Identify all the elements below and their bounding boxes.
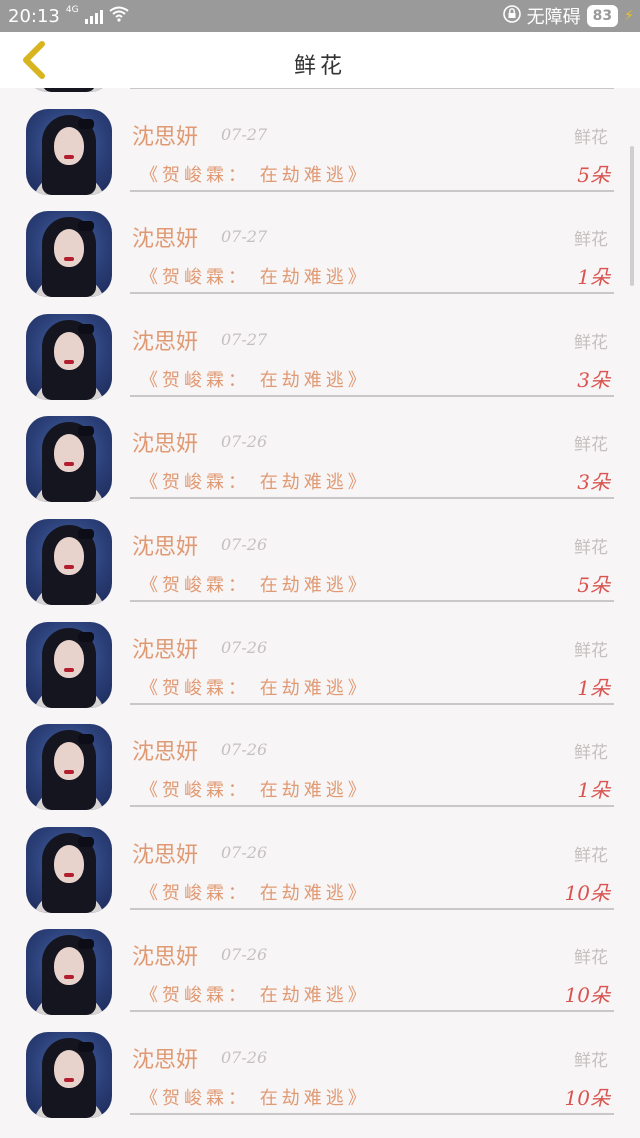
list-item[interactable]: 沈思妍 07-26 鲜花 《贺峻霖： 在劫难逃》 3朵 bbox=[0, 396, 640, 503]
gift-type: 鲜花 bbox=[574, 127, 608, 148]
page-title: 鲜花 bbox=[293, 54, 346, 79]
gift-date: 07-26 bbox=[221, 842, 268, 862]
flower-count: 10朵 bbox=[564, 880, 610, 905]
sender-name: 沈思妍 bbox=[132, 534, 199, 560]
wifi-icon bbox=[108, 6, 129, 27]
book-title[interactable]: 《贺峻霖： 在劫难逃》 bbox=[140, 776, 370, 802]
gift-date: 07-26 bbox=[221, 1047, 268, 1067]
flower-count: 3朵 bbox=[577, 367, 610, 392]
status-time: 20:13 bbox=[8, 5, 60, 27]
avatar[interactable] bbox=[26, 929, 112, 1016]
sender-name: 沈思妍 bbox=[132, 329, 199, 355]
flower-count: 5朵 bbox=[577, 162, 610, 187]
flower-count: 1朵 bbox=[577, 778, 610, 803]
sender-name: 沈思妍 bbox=[132, 945, 199, 971]
gift-type: 鲜花 bbox=[574, 435, 608, 456]
list-item[interactable]: 沈思妍 07-27 鲜花 《贺峻霖： 在劫难逃》 1朵 bbox=[0, 191, 640, 298]
gift-date: 07-26 bbox=[221, 432, 268, 452]
sender-name: 沈思妍 bbox=[132, 740, 199, 766]
sender-name: 沈思妍 bbox=[132, 842, 199, 868]
list-item[interactable]: 沈思妍 07-27 鲜花 《贺峻霖： 在劫难逃》 3朵 bbox=[0, 294, 640, 400]
flower-count: 1朵 bbox=[577, 675, 610, 700]
signal-icon bbox=[84, 8, 103, 24]
sender-name: 沈思妍 bbox=[132, 227, 199, 253]
gift-type: 鲜花 bbox=[574, 743, 608, 764]
divider bbox=[130, 1112, 614, 1115]
avatar[interactable] bbox=[26, 416, 112, 503]
flower-list: 沈思妍 《贺峻霖： 在劫难逃》 1朵 沈思妍 07-27 鲜花 《贺峻霖： 在劫… bbox=[0, 6, 640, 1118]
scrollbar[interactable] bbox=[630, 146, 634, 286]
gift-type: 鲜花 bbox=[574, 332, 608, 353]
sender-name: 沈思妍 bbox=[132, 1047, 199, 1073]
book-title[interactable]: 《贺峻霖： 在劫难逃》 bbox=[140, 674, 370, 700]
list-item[interactable]: 沈思妍 07-26 鲜花 《贺峻霖： 在劫难逃》 10朵 bbox=[0, 807, 640, 913]
avatar[interactable] bbox=[26, 724, 112, 811]
flower-count: 1朵 bbox=[577, 265, 610, 290]
gift-date: 07-27 bbox=[221, 124, 268, 144]
list-item[interactable]: 沈思妍 07-26 鲜花 《贺峻霖： 在劫难逃》 5朵 bbox=[0, 499, 640, 605]
list-item[interactable]: 沈思妍 07-26 鲜花 《贺峻霖： 在劫难逃》 1朵 bbox=[0, 602, 640, 708]
status-left: 20:13 4G bbox=[0, 4, 129, 27]
gift-type: 鲜花 bbox=[574, 1050, 608, 1071]
gift-date: 07-26 bbox=[221, 637, 268, 657]
gift-type: 鲜花 bbox=[574, 845, 608, 866]
book-title[interactable]: 《贺峻霖： 在劫难逃》 bbox=[140, 879, 370, 905]
list-item[interactable]: 沈思妍 07-26 鲜花 《贺峻霖： 在劫难逃》 1朵 bbox=[0, 704, 640, 811]
book-title[interactable]: 《贺峻霖： 在劫难逃》 bbox=[140, 1084, 370, 1110]
network-type: 4G bbox=[65, 4, 79, 15]
book-title[interactable]: 《贺峻霖： 在劫难逃》 bbox=[140, 468, 370, 494]
gift-date: 07-27 bbox=[221, 329, 268, 349]
lock-icon bbox=[502, 4, 521, 28]
flower-count: 10朵 bbox=[564, 1085, 610, 1110]
status-bar: 20:13 4G 无障碍 83 ⚡ bbox=[0, 0, 640, 32]
avatar[interactable] bbox=[26, 211, 112, 298]
gift-date: 07-27 bbox=[221, 227, 268, 247]
list-item[interactable]: 沈思妍 07-27 鲜花 《贺峻霖： 在劫难逃》 5朵 bbox=[0, 89, 640, 195]
gift-type: 鲜花 bbox=[574, 948, 608, 969]
avatar[interactable] bbox=[26, 621, 112, 708]
list-item[interactable]: 沈思妍 07-26 鲜花 《贺峻霖： 在劫难逃》 10朵 bbox=[0, 909, 640, 1016]
gift-date: 07-26 bbox=[221, 945, 268, 965]
accessibility-label: 无障碍 bbox=[526, 7, 581, 28]
status-right: 无障碍 83 ⚡ bbox=[502, 3, 640, 29]
book-title[interactable]: 《贺峻霖： 在劫难逃》 bbox=[140, 366, 370, 392]
avatar[interactable] bbox=[26, 518, 112, 605]
book-title[interactable]: 《贺峻霖： 在劫难逃》 bbox=[140, 571, 370, 597]
flower-count: 3朵 bbox=[577, 470, 610, 495]
book-title[interactable]: 《贺峻霖： 在劫难逃》 bbox=[140, 981, 370, 1007]
gift-type: 鲜花 bbox=[574, 230, 608, 251]
avatar[interactable] bbox=[26, 1031, 112, 1118]
gift-type: 鲜花 bbox=[574, 537, 608, 558]
avatar[interactable] bbox=[26, 826, 112, 913]
gift-date: 07-26 bbox=[221, 740, 268, 760]
book-title[interactable]: 《贺峻霖： 在劫难逃》 bbox=[140, 161, 370, 187]
flower-count: 10朵 bbox=[564, 983, 610, 1008]
sender-name: 沈思妍 bbox=[132, 432, 199, 458]
gift-type: 鲜花 bbox=[574, 640, 608, 661]
charging-icon: ⚡ bbox=[624, 8, 634, 24]
battery-icon: 83 bbox=[586, 5, 619, 27]
avatar[interactable] bbox=[26, 108, 112, 195]
flower-count: 5朵 bbox=[577, 572, 610, 597]
avatar[interactable] bbox=[26, 313, 112, 400]
book-title[interactable]: 《贺峻霖： 在劫难逃》 bbox=[140, 263, 370, 289]
sender-name: 沈思妍 bbox=[132, 637, 199, 663]
list-item[interactable]: 沈思妍 07-26 鲜花 《贺峻霖： 在劫难逃》 10朵 bbox=[0, 1012, 640, 1118]
gift-date: 07-26 bbox=[221, 534, 268, 554]
sender-name: 沈思妍 bbox=[132, 124, 199, 150]
header-bar: 鲜花 bbox=[0, 32, 640, 88]
